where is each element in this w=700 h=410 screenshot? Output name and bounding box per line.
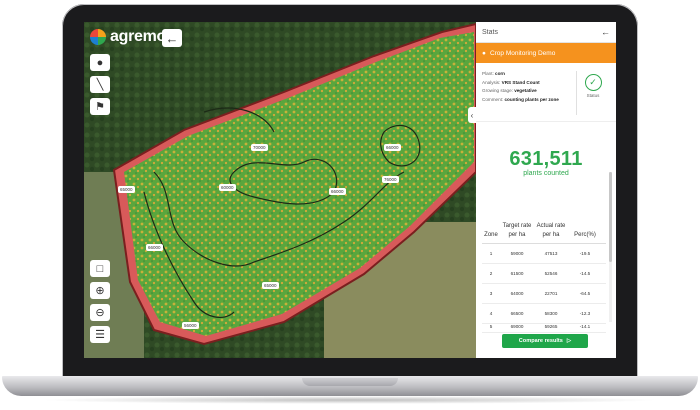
stats-panel: ‹ Stats ← ● Crop Monitoring Demo Plant: …	[468, 22, 616, 358]
flag-icon: ⚑	[95, 101, 105, 113]
table-row: 1 59000 47513 -19.5	[482, 244, 606, 264]
zoom-in-button[interactable]: ⊕	[90, 282, 110, 299]
actual-rate-cell: 52546	[544, 271, 558, 276]
zone-rates-table: Zone Target rate per ha Actual rate per …	[482, 204, 606, 333]
growing-stage-value: vegetative	[514, 88, 537, 94]
back-button[interactable]: ←	[162, 29, 182, 47]
zone-cell: 2	[489, 271, 493, 276]
actual-rate-cell: 59265	[544, 324, 558, 329]
analysis-value: VRS Stand Count	[501, 79, 540, 85]
zone-cell: 1	[489, 251, 493, 256]
zoom-out-button[interactable]: ⊖	[90, 304, 110, 321]
zone-label: 56000	[182, 322, 199, 329]
project-bar[interactable]: ● Crop Monitoring Demo	[476, 43, 616, 63]
status-label: Status	[586, 93, 600, 98]
zone-label: 70000	[251, 144, 268, 151]
layers-icon: ☰	[95, 329, 105, 341]
zone-cell: 4	[489, 311, 493, 316]
table-scrollbar[interactable]	[609, 172, 612, 322]
flag-tool-button[interactable]: ⚑	[90, 98, 110, 115]
laptop-shadow	[40, 396, 660, 404]
percent-cell: -64.5	[579, 291, 591, 296]
table-row: 2 61500 52546 -14.5	[482, 264, 606, 284]
table-row: 4 66500 58300 -12.3	[482, 304, 606, 324]
collapse-panel-button[interactable]: ‹	[468, 107, 476, 123]
logo-icon	[90, 29, 106, 45]
map-pin-tool-button[interactable]: ●	[90, 54, 110, 71]
agremo-logo: agremo	[90, 28, 166, 46]
zone-label: 66000	[384, 144, 401, 151]
plant-label: Plant:	[482, 71, 494, 76]
document-icon: □	[96, 262, 104, 275]
actual-rate-cell: 58300	[544, 311, 558, 316]
check-icon: ✓	[584, 74, 602, 91]
ruler-tool-button[interactable]: ╲	[90, 76, 110, 93]
zone-label: 66000	[146, 244, 163, 251]
export-icon: ▷	[566, 338, 572, 344]
zone-label: 65000	[118, 186, 135, 193]
laptop-notch	[302, 378, 398, 386]
zoom-in-icon: ⊕	[95, 285, 105, 297]
target-rate-cell: 69000	[510, 324, 524, 329]
percent-cell: -14.1	[579, 324, 591, 329]
map-pin-icon: ●	[96, 56, 104, 69]
compare-results-label: Compare results	[518, 338, 563, 344]
field-map[interactable]: agremo ← ● ╲ ⚑ □ ⊕ ⊖ ☰ 70000 66000 65000…	[84, 22, 477, 358]
table-header: Zone Target rate per ha Actual rate per …	[482, 204, 606, 244]
percent-cell: -12.3	[579, 311, 591, 316]
comment-value: counting plants per zone	[504, 96, 559, 102]
map-imagery	[84, 22, 477, 358]
zone-cell: 5	[489, 324, 493, 329]
target-rate-cell: 61500	[510, 271, 524, 276]
panel-back-button[interactable]: ←	[601, 27, 610, 37]
arrow-left-icon: ←	[165, 30, 179, 46]
column-header: Actual rate per ha	[536, 223, 566, 238]
column-header: Target rate per ha	[502, 223, 532, 238]
logo-text: agremo	[110, 28, 166, 45]
status-indicator: ✓ Status	[576, 71, 609, 115]
target-rate-cell: 66500	[510, 311, 524, 316]
growing-stage-label: Growing stage:	[482, 88, 513, 94]
zone-cell: 3	[489, 291, 493, 296]
target-rate-cell: 59000	[510, 251, 524, 256]
project-name: Crop Monitoring Demo	[489, 49, 556, 57]
zone-label: 66000	[329, 188, 346, 195]
ruler-icon: ╲	[96, 79, 104, 91]
layers-button[interactable]: ☰	[90, 326, 110, 343]
app-screen: agremo ← ● ╲ ⚑ □ ⊕ ⊖ ☰ 70000 66000 65000…	[84, 22, 616, 358]
table-row: 3 64000 22701 -64.5	[482, 284, 606, 304]
zone-label: 76000	[382, 176, 399, 183]
target-rate-cell: 64000	[510, 291, 524, 296]
location-pin-icon: ●	[482, 49, 486, 57]
panel-title: Stats	[482, 28, 498, 36]
document-tool-button[interactable]: □	[90, 260, 110, 277]
zone-label: 65000	[262, 282, 279, 289]
zoom-out-icon: ⊖	[95, 307, 105, 319]
column-header: Zone	[484, 232, 498, 238]
percent-cell: -14.5	[579, 271, 591, 276]
analysis-info: Plant: corn Analysis: VRS Stand Count Gr…	[476, 63, 616, 122]
plant-value: corn	[495, 71, 505, 76]
actual-rate-cell: 47513	[544, 251, 558, 256]
percent-cell: -19.5	[579, 251, 591, 256]
plants-counted-value: 631,511	[509, 148, 583, 170]
actual-rate-cell: 22701	[544, 291, 558, 296]
panel-header: Stats ←	[476, 22, 616, 43]
analysis-label: Analysis:	[482, 79, 501, 85]
chevron-left-icon: ‹	[470, 110, 474, 120]
table-row: 5 69000 59265 -14.1	[482, 324, 606, 333]
scrollbar-thumb[interactable]	[609, 172, 612, 262]
comment-label: Comment:	[482, 96, 504, 102]
column-header: Perc(%)	[574, 232, 596, 238]
compare-results-button[interactable]: Compare results ▷	[502, 334, 588, 348]
zone-label: 60000	[219, 184, 236, 191]
plants-counted-label: plants counted	[523, 170, 569, 177]
